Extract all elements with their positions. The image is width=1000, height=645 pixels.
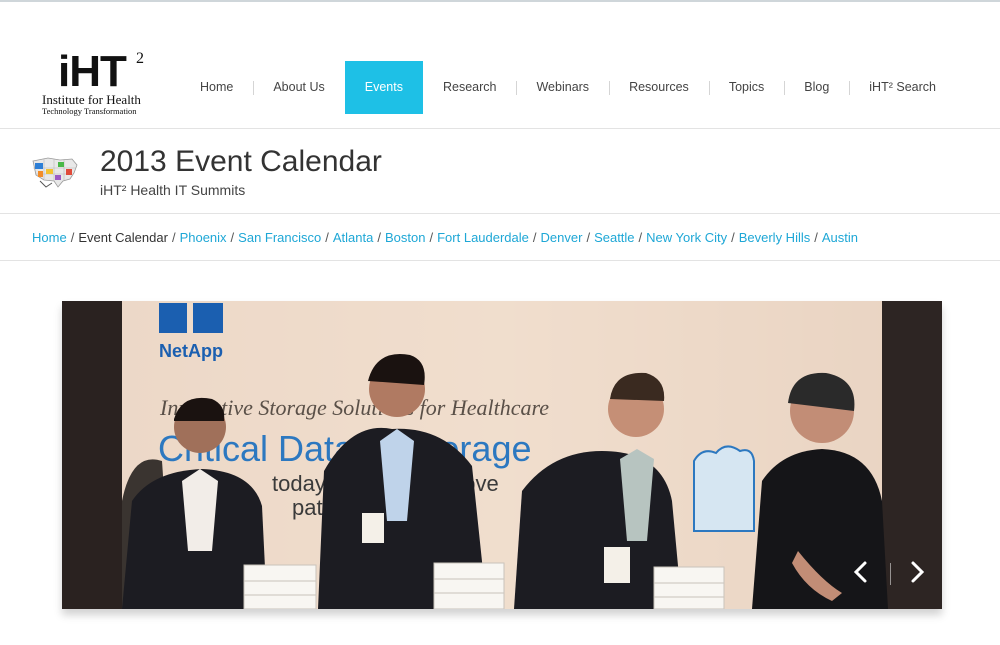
breadcrumb-fort-lauderdale[interactable]: Fort Lauderdale bbox=[437, 230, 529, 245]
nav-webinars[interactable]: Webinars bbox=[516, 61, 609, 114]
nav-research[interactable]: Research bbox=[423, 61, 517, 114]
breadcrumb-current: Event Calendar bbox=[78, 230, 168, 245]
breadcrumb-separator: / bbox=[429, 230, 434, 245]
page-subtitle: iHT² Health IT Summits bbox=[100, 182, 246, 198]
nav-events[interactable]: Events bbox=[344, 61, 423, 114]
slider-next-button[interactable] bbox=[904, 557, 930, 587]
netapp-brand: NetApp bbox=[159, 341, 223, 361]
breadcrumb-separator: / bbox=[532, 230, 537, 245]
nav-about-us[interactable]: About Us bbox=[253, 61, 344, 114]
breadcrumb-separator: / bbox=[70, 230, 75, 245]
breadcrumb-austin[interactable]: Austin bbox=[822, 230, 858, 245]
breadcrumb-denver[interactable]: Denver bbox=[541, 230, 583, 245]
logo-superscript: 2 bbox=[136, 50, 144, 67]
nav-topics[interactable]: Topics bbox=[708, 61, 784, 114]
page-title-band: 2013 Event Calendar iHT² Health IT Summi… bbox=[0, 129, 1000, 214]
iht2-logo[interactable]: iHT 2 Institute for Health Technology Tr… bbox=[40, 50, 150, 120]
breadcrumb-beverly-hills[interactable]: Beverly Hills bbox=[739, 230, 811, 245]
breadcrumb-separator: / bbox=[230, 230, 235, 245]
page-title: 2013 Event Calendar bbox=[100, 145, 382, 178]
breadcrumb-separator: / bbox=[638, 230, 643, 245]
breadcrumb-san-francisco[interactable]: San Francisco bbox=[238, 230, 321, 245]
breadcrumb-phoenix[interactable]: Phoenix bbox=[180, 230, 227, 245]
breadcrumb-boston[interactable]: Boston bbox=[385, 230, 425, 245]
breadcrumb-seattle[interactable]: Seattle bbox=[594, 230, 634, 245]
breadcrumb-separator: / bbox=[377, 230, 381, 245]
nav-resources[interactable]: Resources bbox=[609, 61, 709, 114]
breadcrumb-separator: / bbox=[171, 230, 176, 245]
breadcrumb: Home / Event Calendar / Phoenix / San Francisc… bbox=[32, 230, 858, 245]
breadcrumb-new-york-city[interactable]: New York City bbox=[646, 230, 727, 245]
chevron-right-icon bbox=[911, 561, 925, 583]
event-photo: NetApp Innovative Storage Solutions for … bbox=[62, 301, 942, 609]
breadcrumb-separator: / bbox=[586, 230, 591, 245]
breadcrumb-separator: / bbox=[814, 230, 818, 245]
breadcrumb-separator: / bbox=[731, 230, 735, 245]
nav-blog[interactable]: Blog bbox=[784, 61, 849, 114]
logo-wordmark: iHT bbox=[58, 47, 127, 96]
chevron-left-icon bbox=[853, 561, 867, 583]
breadcrumb-band: Home / Event Calendar / Phoenix / San Francisc… bbox=[0, 214, 1000, 261]
nav-home[interactable]: Home bbox=[180, 61, 253, 114]
slider-prev-button[interactable] bbox=[848, 557, 874, 587]
event-photo-slider[interactable]: NetApp Innovative Storage Solutions for … bbox=[62, 301, 942, 609]
us-map-icon bbox=[30, 153, 80, 193]
logo-line-2: Technology Transformation bbox=[42, 106, 137, 116]
nav-iht2-search[interactable]: iHT² Search bbox=[849, 61, 956, 114]
main-nav: Home About Us Events Research Webinars R… bbox=[180, 61, 956, 114]
breadcrumb-atlanta[interactable]: Atlanta bbox=[333, 230, 373, 245]
site-header: iHT 2 Institute for Health Technology Tr… bbox=[0, 2, 1000, 129]
slider-nav-divider bbox=[890, 563, 891, 585]
breadcrumb-home[interactable]: Home bbox=[32, 230, 67, 245]
breadcrumb-separator: / bbox=[325, 230, 329, 245]
